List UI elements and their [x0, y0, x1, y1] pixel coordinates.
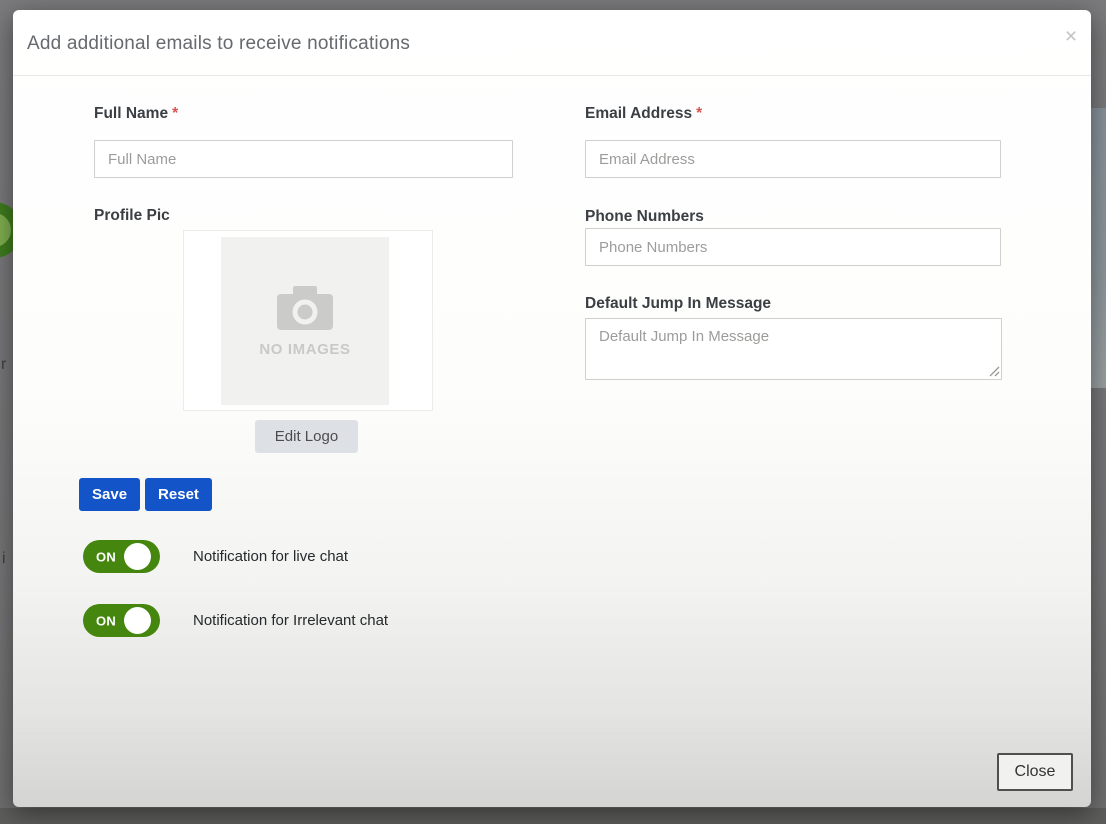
default-jump-in-message-wrap: [585, 318, 1002, 380]
phone-numbers-label: Phone Numbers: [585, 208, 704, 225]
live-chat-toggle[interactable]: ON: [83, 540, 160, 573]
save-button[interactable]: Save: [79, 478, 141, 511]
toggle-label: Notification for live chat: [193, 548, 349, 565]
toggle-state-text: ON: [96, 549, 117, 564]
edit-logo-button[interactable]: Edit Logo: [255, 420, 358, 453]
irrelevant-chat-toggle-row: ON Notification for Irrelevant chat: [83, 604, 388, 637]
close-icon[interactable]: ×: [1057, 23, 1085, 51]
toggle-knob: [124, 607, 151, 634]
irrelevant-chat-toggle[interactable]: ON: [83, 604, 160, 637]
toggle-state-text: ON: [96, 613, 117, 628]
profile-pic-preview: NO IMAGES: [183, 230, 433, 411]
default-jump-in-message-textarea[interactable]: [585, 318, 1002, 380]
email-address-label: Email Address *: [585, 105, 703, 122]
default-jump-in-message-label: Default Jump In Message: [585, 295, 772, 312]
live-chat-toggle-row: ON Notification for live chat: [83, 540, 348, 573]
modal-title: Add additional emails to receive notific…: [27, 33, 411, 54]
required-marker: *: [696, 105, 703, 122]
modal-header: Add additional emails to receive notific…: [13, 10, 1091, 76]
reset-button[interactable]: Reset: [145, 478, 212, 511]
full-name-label: Full Name *: [94, 105, 179, 122]
phone-numbers-input[interactable]: [585, 228, 1001, 266]
no-image-placeholder: NO IMAGES: [221, 237, 389, 405]
close-button[interactable]: Close: [997, 753, 1073, 791]
screen: r i Add additional emails to receive not…: [0, 0, 1106, 824]
required-marker: *: [172, 105, 179, 122]
toggle-label: Notification for Irrelevant chat: [193, 612, 389, 629]
full-name-input[interactable]: [94, 140, 513, 178]
background-text-fragment: i: [2, 550, 6, 567]
background-panel-fragment: [1090, 108, 1106, 388]
toggle-knob: [124, 543, 151, 570]
background-bottom-fragment: [0, 808, 1106, 824]
no-images-text: NO IMAGES: [259, 340, 351, 358]
email-address-input[interactable]: [585, 140, 1001, 178]
camera-icon: [277, 285, 333, 330]
background-text-fragment: r: [1, 356, 7, 373]
form-actions: Save Reset: [79, 478, 212, 511]
add-notification-emails-modal: Add additional emails to receive notific…: [13, 10, 1091, 807]
profile-pic-label: Profile Pic: [94, 207, 170, 224]
modal-footer: Close: [13, 733, 1091, 807]
